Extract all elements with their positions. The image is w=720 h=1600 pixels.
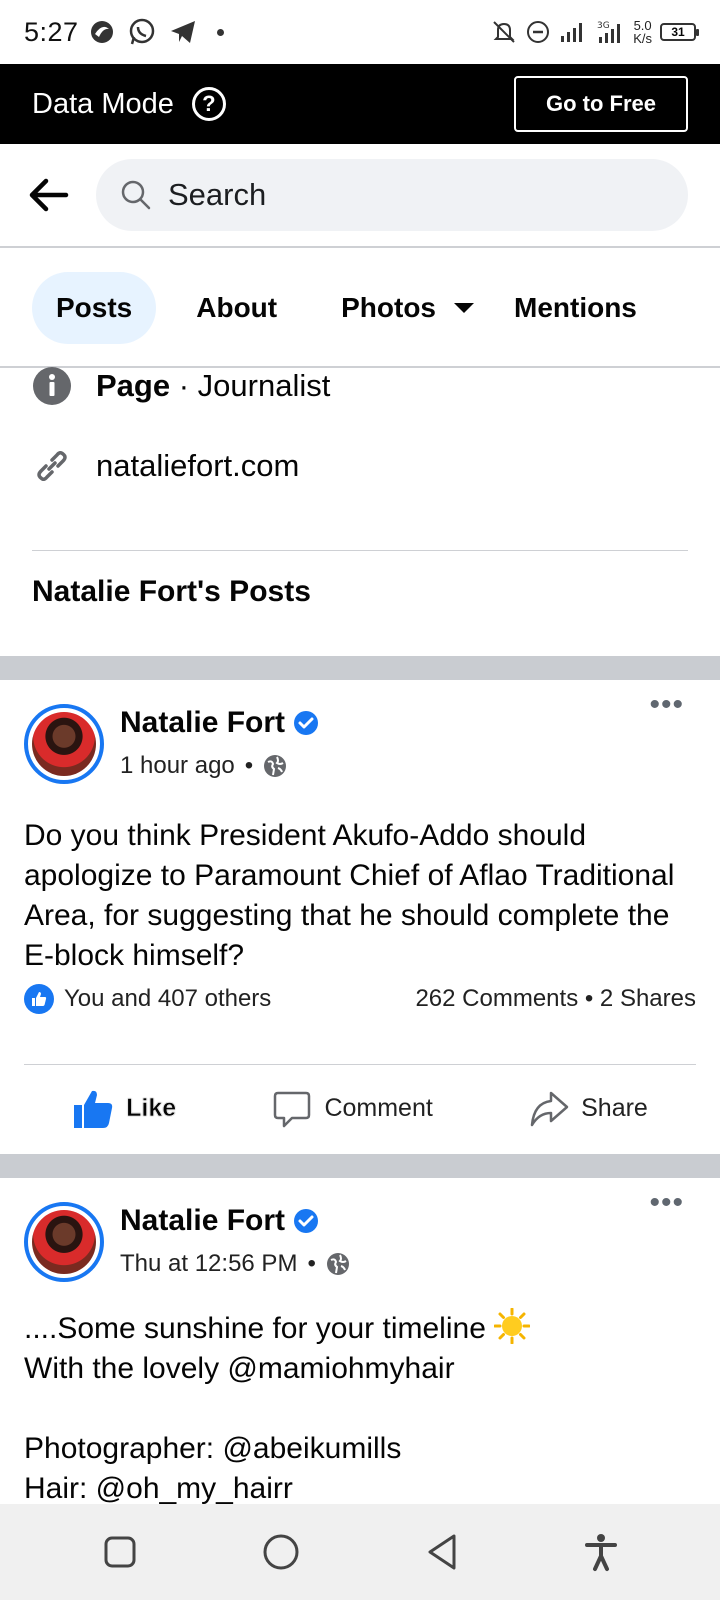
- page-category-rest: · Journalist: [170, 368, 331, 403]
- page-category-bold: Page: [96, 368, 171, 403]
- post-card: Natalie Fort 1 hour ago • ••• Do you thi…: [0, 680, 720, 1158]
- tab-posts-label: Posts: [56, 292, 133, 323]
- status-time: 5:27: [24, 16, 79, 47]
- section-separator: [0, 656, 720, 680]
- home-icon[interactable]: [261, 1532, 301, 1572]
- like-button[interactable]: Like: [72, 1088, 176, 1130]
- search-icon: [121, 180, 151, 210]
- network-speed: 5.0 K/s: [633, 19, 652, 45]
- page-category: Page · Journalist: [96, 368, 330, 404]
- more-options-icon[interactable]: •••: [649, 688, 684, 722]
- share-label: Share: [581, 1094, 648, 1122]
- thumbs-up-icon: [74, 1090, 113, 1128]
- comment-button[interactable]: Comment: [272, 1089, 433, 1129]
- help-icon[interactable]: ?: [191, 87, 226, 121]
- profile-tabs: Posts About Photos Mentions: [0, 250, 720, 368]
- whatsapp-icon: [129, 18, 154, 45]
- post-line: ....Some sunshine for your timeline: [24, 1307, 696, 1349]
- avatar-photo: [32, 712, 96, 776]
- post-line: With the lovely @mamiohmyhair: [24, 1352, 455, 1385]
- post-author-name: Natalie Fort: [120, 706, 286, 739]
- post-meta: Thu at 12:56 PM •: [120, 1250, 350, 1278]
- globe-icon: [326, 1253, 349, 1275]
- more-options-icon[interactable]: •••: [649, 1186, 684, 1220]
- sun-emoji-icon: [493, 1307, 531, 1345]
- page-category-row: Page · Journalist: [32, 366, 330, 406]
- search-input[interactable]: Search: [96, 159, 688, 231]
- website-link[interactable]: nataliefort.com: [96, 448, 299, 484]
- notification-icons: [89, 17, 224, 47]
- meta-dot: •: [307, 1250, 316, 1277]
- recent-apps-icon[interactable]: [102, 1534, 138, 1570]
- more-notifications-dot: [216, 28, 224, 36]
- link-icon: [32, 446, 72, 486]
- back-nav-icon[interactable]: [424, 1532, 460, 1572]
- like-label: Like: [126, 1094, 177, 1123]
- post-line-text: ....Some sunshine for your timeline: [24, 1312, 486, 1345]
- post-line: Hair: @oh_my_hairr: [24, 1472, 293, 1504]
- post-time[interactable]: 1 hour ago: [120, 752, 235, 780]
- tab-posts[interactable]: Posts: [32, 272, 157, 344]
- tab-mentions[interactable]: Mentions: [514, 272, 637, 344]
- avatar[interactable]: [24, 1202, 104, 1282]
- battery-level: 31: [671, 25, 685, 39]
- share-icon: [530, 1091, 569, 1126]
- data-mode-banner: Data Mode ? Go to Free: [0, 64, 720, 144]
- tab-mentions-label: Mentions: [514, 292, 637, 323]
- post-meta: 1 hour ago •: [120, 752, 287, 780]
- post-author[interactable]: Natalie Fort: [120, 1204, 319, 1238]
- mute-notification-icon: [493, 21, 515, 43]
- system-icons: 3G 5.0 K/s 31: [491, 19, 699, 45]
- post-card: Natalie Fort Thu at 12:56 PM • ••• ....S…: [0, 1178, 720, 1504]
- signal-icon: [561, 23, 583, 42]
- globe-icon: [264, 755, 287, 777]
- post-text: ....Some sunshine for your timeline With…: [24, 1307, 696, 1504]
- back-arrow-icon: [29, 178, 69, 212]
- back-button[interactable]: [24, 171, 72, 219]
- post-author-name: Natalie Fort: [120, 1204, 286, 1237]
- go-to-free-button[interactable]: Go to Free: [514, 76, 688, 132]
- network-speed-unit: K/s: [633, 31, 652, 46]
- accessibility-icon[interactable]: [583, 1532, 619, 1572]
- avatar-photo: [32, 1210, 96, 1274]
- signal-3g-icon: 3G: [597, 21, 621, 43]
- verified-badge-icon: [294, 711, 319, 735]
- tab-photos[interactable]: Photos: [341, 272, 474, 344]
- app-notification-icon: [90, 21, 113, 43]
- avatar[interactable]: [24, 704, 104, 784]
- tab-about-label: About: [196, 292, 278, 323]
- website-row[interactable]: nataliefort.com: [32, 446, 299, 486]
- meta-dot: •: [244, 752, 254, 779]
- do-not-disturb-icon: [527, 21, 550, 43]
- tab-photos-label: Photos: [341, 292, 436, 323]
- reactions-count[interactable]: You and 407 others: [64, 985, 271, 1013]
- search-header: Search: [0, 144, 720, 248]
- posts-section-title: Natalie Fort's Posts: [32, 575, 311, 608]
- like-reaction-icon: [24, 984, 54, 1014]
- info-icon: [32, 366, 72, 406]
- post-line: Photographer: @abeikumills: [24, 1432, 402, 1465]
- post-author[interactable]: Natalie Fort: [120, 706, 319, 740]
- post-separator: [0, 1154, 720, 1178]
- status-bar: 5:27 3G 5.0 K/s 31: [0, 0, 720, 64]
- search-placeholder: Search: [168, 177, 267, 212]
- post-reactions-bar: You and 407 others 262 Comments • 2 Shar…: [24, 984, 696, 1014]
- post-actions: Like Comment Share: [24, 1064, 696, 1152]
- share-button[interactable]: Share: [529, 1089, 648, 1129]
- divider: [32, 550, 688, 551]
- caret-down-icon: [454, 303, 474, 313]
- telegram-icon: [170, 21, 195, 43]
- svg-text:3G: 3G: [597, 21, 610, 31]
- tab-about[interactable]: About: [172, 272, 301, 344]
- comment-icon: [274, 1091, 311, 1127]
- battery-icon: 31: [660, 23, 699, 41]
- verified-badge-icon: [294, 1209, 319, 1233]
- post-text: Do you think President Akufo-Addo should…: [24, 819, 675, 972]
- post-time[interactable]: Thu at 12:56 PM: [120, 1250, 297, 1278]
- comment-label: Comment: [324, 1094, 433, 1122]
- data-mode-title: Data Mode: [32, 87, 174, 120]
- system-nav-bar: [0, 1504, 720, 1600]
- comments-shares-count[interactable]: 262 Comments • 2 Shares: [415, 985, 696, 1013]
